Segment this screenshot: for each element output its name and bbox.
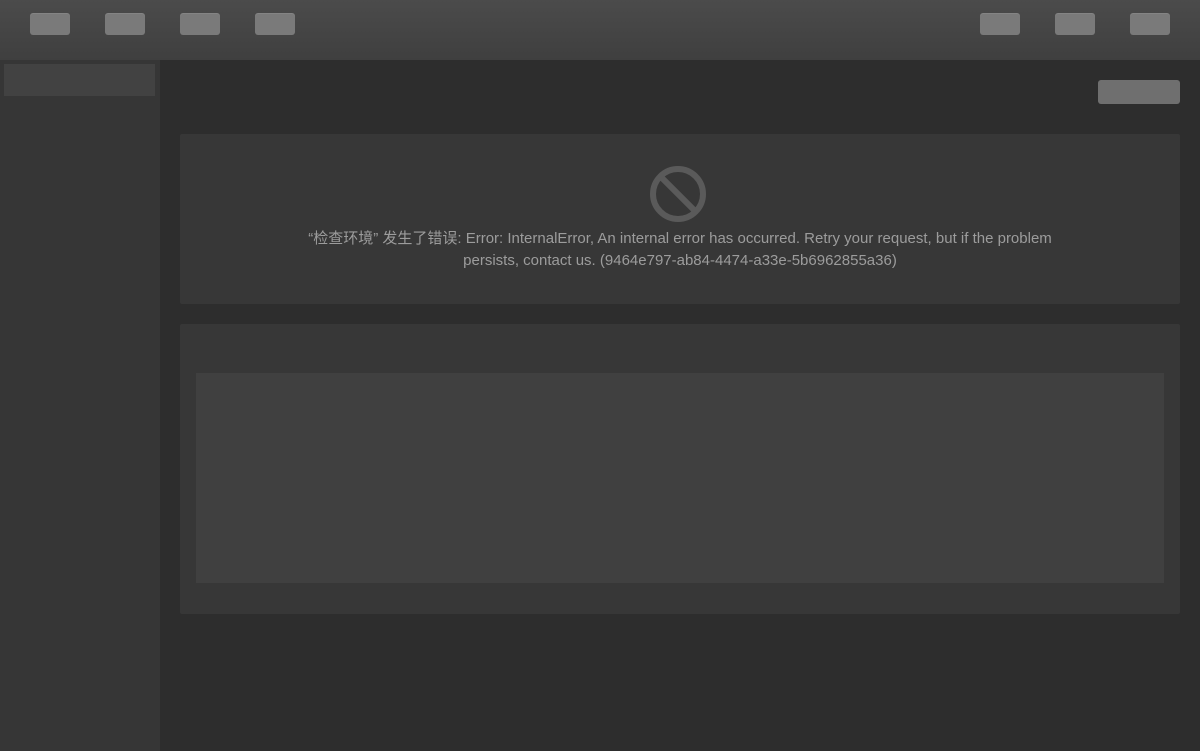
toolbar-button-3[interactable] — [180, 13, 220, 35]
toolbar-button-2[interactable] — [105, 13, 145, 35]
toolbar-button-7[interactable] — [1130, 13, 1170, 35]
main-content: “检查环境” 发生了错误: Error: InternalError, An i… — [160, 60, 1200, 751]
toolbar-button-6[interactable] — [1055, 13, 1095, 35]
toolbar-button-5[interactable] — [980, 13, 1020, 35]
sidebar-item-selected[interactable] — [4, 64, 155, 96]
toolbar-button-1[interactable] — [30, 13, 70, 35]
error-panel: “检查环境” 发生了错误: Error: InternalError, An i… — [180, 134, 1180, 304]
error-message: “检查环境” 发生了错误: Error: InternalError, An i… — [308, 230, 1052, 269]
sidebar — [0, 60, 160, 751]
top-toolbar — [0, 0, 1200, 60]
header-action-button[interactable] — [1098, 80, 1180, 104]
content-panel — [180, 324, 1180, 614]
content-placeholder — [196, 373, 1164, 583]
toolbar-button-4[interactable] — [255, 13, 295, 35]
ban-icon — [650, 166, 706, 222]
app-window: “检查环境” 发生了错误: Error: InternalError, An i… — [0, 0, 1200, 751]
